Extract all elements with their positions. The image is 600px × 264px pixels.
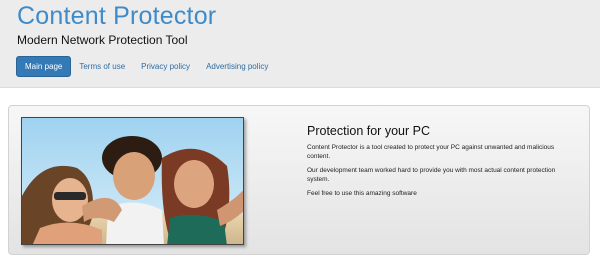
site-header: Content Protector Modern Network Protect… bbox=[0, 0, 600, 88]
hero-panel: Protection for your PC Content Protector… bbox=[8, 105, 590, 255]
hero-content: Protection for your PC Content Protector… bbox=[307, 124, 579, 203]
hero-heading: Protection for your PC bbox=[307, 124, 430, 138]
hero-photo bbox=[21, 117, 244, 245]
nav-main-page[interactable]: Main page bbox=[16, 56, 72, 77]
main-nav: Main page Terms of use Privacy policy Ad… bbox=[16, 56, 276, 77]
hero-paragraph-2: Our development team worked hard to prov… bbox=[307, 167, 556, 183]
nav-advertising-policy[interactable]: Advertising policy bbox=[198, 56, 276, 77]
site-title[interactable]: Content Protector bbox=[17, 2, 216, 31]
nav-privacy-policy[interactable]: Privacy policy bbox=[133, 56, 198, 77]
friends-photo-image bbox=[22, 118, 243, 244]
nav-terms-of-use[interactable]: Terms of use bbox=[71, 56, 133, 77]
hero-paragraph-3: Feel free to use this amazing software bbox=[307, 190, 417, 197]
hero-paragraph-1: Content Protector is a tool created to p… bbox=[307, 144, 555, 160]
site-tagline: Modern Network Protection Tool bbox=[17, 33, 188, 47]
